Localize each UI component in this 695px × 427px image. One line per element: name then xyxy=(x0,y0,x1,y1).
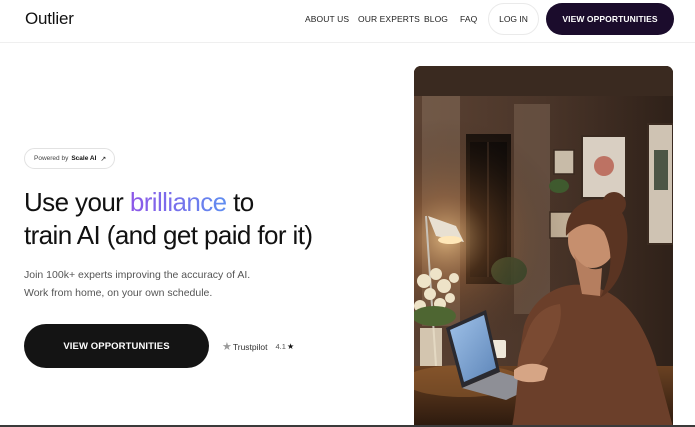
nav-blog[interactable]: BLOG xyxy=(424,14,448,24)
rating-star-icon: ★ xyxy=(286,342,295,351)
nav-our-experts[interactable]: OUR EXPERTS xyxy=(358,14,420,24)
header-view-opportunities-button[interactable]: VIEW OPPORTUNITIES xyxy=(546,3,674,35)
outlier-logo[interactable]: Outlier xyxy=(25,9,74,29)
trustpilot-label: Trustpilot xyxy=(232,341,268,352)
nav-faq[interactable]: FAQ xyxy=(460,14,477,24)
headline-accent: brilliance xyxy=(129,187,227,217)
hero-photo xyxy=(414,66,673,427)
hero-subtitle: Join 100k+ experts improving the accurac… xyxy=(24,266,250,302)
headline-line2: train AI (and get paid for it) xyxy=(24,220,313,250)
subtitle-line-2: Work from home, on your own schedule. xyxy=(24,287,213,299)
hero-photo-illustration xyxy=(414,66,673,427)
trustpilot-rating[interactable]: ★ Trustpilot 4.1 ★ xyxy=(222,340,294,353)
site-header: Outlier ABOUT US OUR EXPERTS BLOG FAQ LO… xyxy=(0,0,695,40)
headline-before: Use your xyxy=(24,187,130,217)
trustpilot-star-icon: ★ xyxy=(222,341,232,353)
nav-about-us[interactable]: ABOUT US xyxy=(305,14,349,24)
arrow-up-right-icon: ↗ xyxy=(100,155,107,163)
header-divider xyxy=(0,42,695,43)
badge-brand: Scale AI xyxy=(71,155,97,162)
rating-value: 4.1 xyxy=(275,342,286,351)
badge-prefix: Powered by xyxy=(34,155,69,162)
subtitle-line-1: Join 100k+ experts improving the accurac… xyxy=(24,269,251,281)
login-button[interactable]: LOG IN xyxy=(488,3,539,35)
hero-view-opportunities-button[interactable]: VIEW OPPORTUNITIES xyxy=(24,324,209,368)
powered-by-badge[interactable]: Powered by Scale AI ↗ xyxy=(24,148,116,169)
headline-after: to xyxy=(226,187,254,217)
hero-headline: Use your brilliance to train AI (and get… xyxy=(24,186,313,252)
